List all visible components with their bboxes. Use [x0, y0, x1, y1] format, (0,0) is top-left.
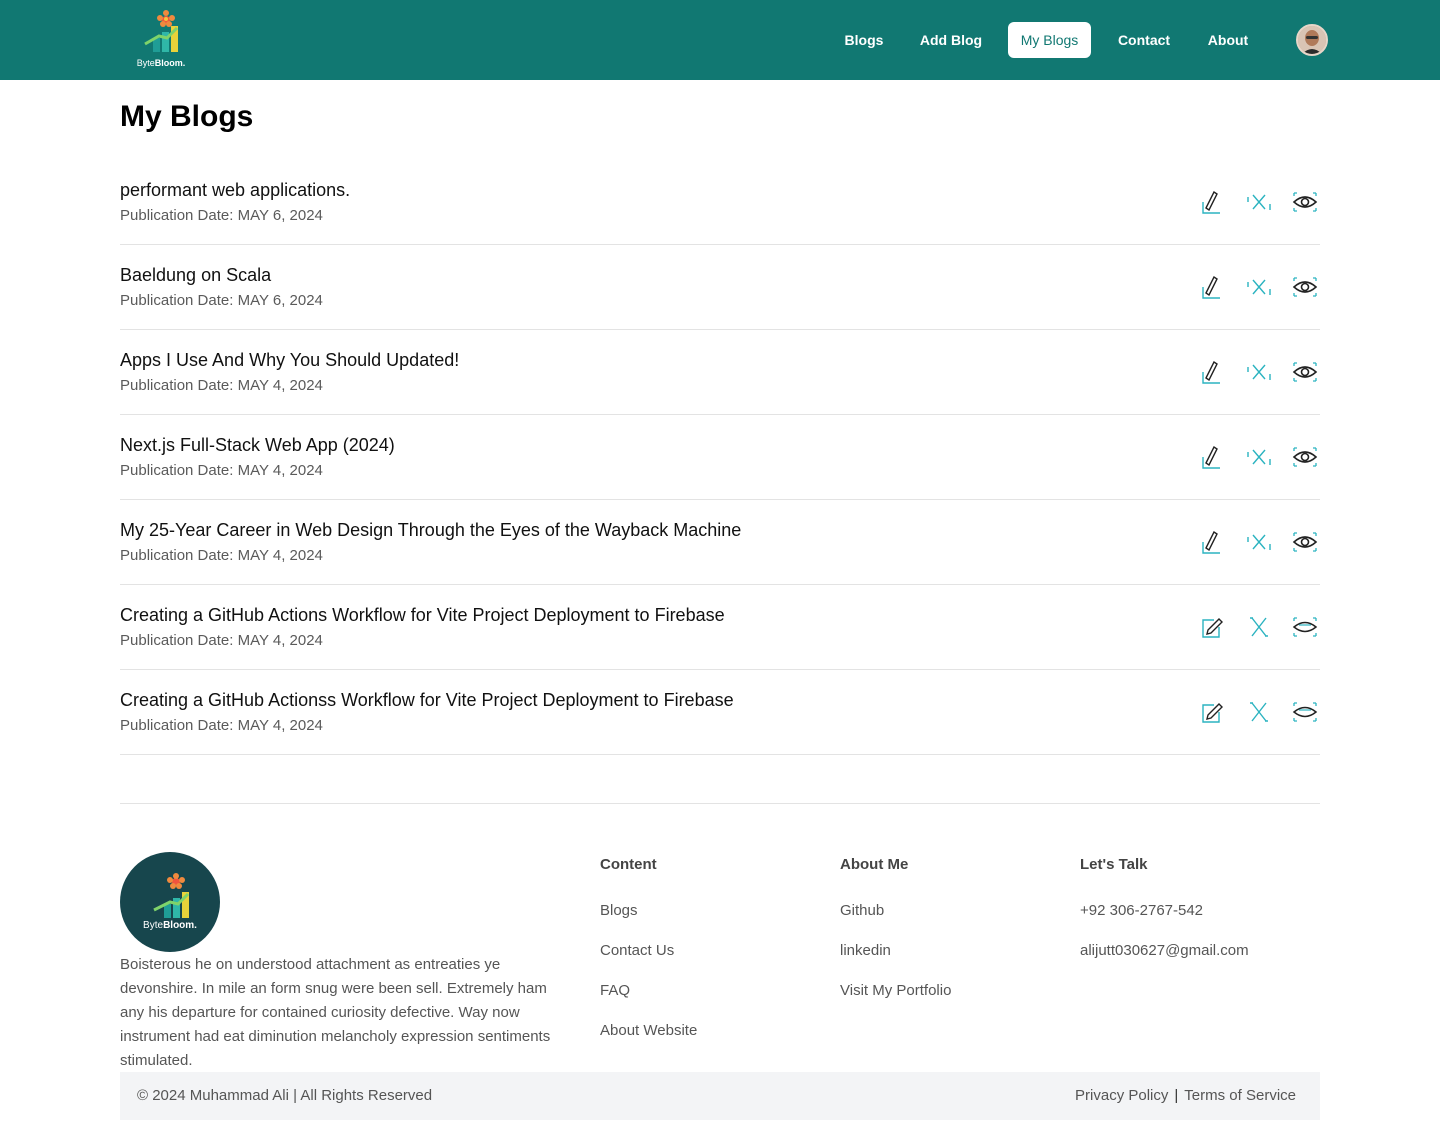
blog-row: Apps I Use And Why You Should Updated! P…	[120, 330, 1320, 415]
blog-row: Creating a GitHub Actionss Workflow for …	[120, 670, 1320, 755]
blog-title: performant web applications.	[120, 180, 351, 200]
blog-actions	[1190, 443, 1320, 471]
blog-title: Creating a GitHub Actions Workflow for V…	[120, 605, 725, 625]
footer-col-title: Let's Talk	[1080, 856, 1148, 873]
footer-col-content: Content Blogs Contact Us FAQ About Websi…	[600, 856, 697, 1039]
blog-date: Publication Date: MAY 4, 2024	[120, 462, 323, 479]
pencil-edit-icon[interactable]	[1198, 273, 1226, 301]
user-avatar[interactable]	[1296, 24, 1328, 56]
pencil-edit-icon[interactable]	[1198, 528, 1226, 556]
copyright-text: © 2024 Muhammad Ali | All Rights Reserve…	[137, 1087, 433, 1104]
footer-divider	[120, 803, 1320, 804]
x-delete-icon[interactable]	[1245, 273, 1273, 301]
brand-name: ByteBloom.	[136, 58, 186, 68]
blog-actions	[1190, 698, 1320, 726]
blog-actions	[1190, 188, 1320, 216]
nav-contact[interactable]: Contact	[1108, 22, 1180, 58]
x-delete-icon[interactable]	[1245, 698, 1273, 726]
footer-col-lets-talk: Let's Talk +92 306-2767-542 alijutt03062…	[1080, 856, 1249, 959]
blog-row: performant web applications. Publication…	[120, 160, 1320, 245]
x-delete-icon[interactable]	[1245, 443, 1273, 471]
bloom-logo-icon	[144, 10, 179, 52]
blog-actions	[1190, 358, 1320, 386]
blog-date: Publication Date: MAY 4, 2024	[120, 717, 323, 734]
x-delete-icon[interactable]	[1245, 358, 1273, 386]
blog-title: Next.js Full-Stack Web App (2024)	[120, 435, 395, 455]
blog-actions	[1190, 273, 1320, 301]
avatar-portrait-icon	[1298, 26, 1326, 54]
blog-actions	[1190, 613, 1320, 641]
my-blogs-list: performant web applications. Publication…	[120, 160, 1320, 755]
footer-link-linkedin[interactable]: linkedin	[840, 942, 891, 959]
eye-view-icon[interactable]	[1291, 698, 1319, 726]
privacy-policy-link[interactable]: Privacy Policy	[1075, 1087, 1168, 1104]
footer-col-title: Content	[600, 856, 657, 873]
blog-row: Next.js Full-Stack Web App (2024) Public…	[120, 415, 1320, 500]
eye-view-icon[interactable]	[1291, 528, 1319, 556]
blog-title: Creating a GitHub Actionss Workflow for …	[120, 690, 734, 710]
blog-date: Publication Date: MAY 6, 2024	[120, 292, 323, 309]
pencil-edit-icon[interactable]	[1198, 358, 1226, 386]
blog-date: Publication Date: MAY 6, 2024	[120, 207, 323, 224]
blog-title: Baeldung on Scala	[120, 265, 272, 285]
eye-view-icon[interactable]	[1291, 358, 1319, 386]
bloom-logo-icon	[153, 873, 190, 918]
blog-row: Baeldung on Scala Publication Date: MAY …	[120, 245, 1320, 330]
footer-email[interactable]: alijutt030627@gmail.com	[1080, 942, 1249, 959]
footer-bottom-bar: © 2024 Muhammad Ali | All Rights Reserve…	[120, 1072, 1320, 1120]
legal-links: Privacy Policy | Terms of Service	[1075, 1087, 1296, 1104]
footer-col-title: About Me	[840, 856, 909, 873]
pencil-edit-icon[interactable]	[1198, 188, 1226, 216]
footer-link-about-website[interactable]: About Website	[600, 1022, 697, 1039]
footer-link-blogs[interactable]: Blogs	[600, 902, 638, 919]
page-title: My Blogs	[120, 100, 254, 133]
nav-add-blog[interactable]: Add Blog	[912, 22, 990, 58]
blog-date: Publication Date: MAY 4, 2024	[120, 632, 323, 649]
blog-title: My 25-Year Career in Web Design Through …	[120, 520, 742, 540]
footer-description: Boisterous he on understood attachment a…	[120, 956, 551, 1069]
footer-link-portfolio[interactable]: Visit My Portfolio	[840, 982, 951, 999]
footer-col-about-me: About Me Github linkedin Visit My Portfo…	[840, 856, 951, 999]
pencil-edit-icon[interactable]	[1198, 443, 1226, 471]
terms-of-service-link[interactable]: Terms of Service	[1184, 1087, 1296, 1104]
blog-date: Publication Date: MAY 4, 2024	[120, 547, 323, 564]
eye-view-icon[interactable]	[1291, 188, 1319, 216]
top-navbar: ByteBloom. Blogs Add Blog My Blogs Conta…	[0, 0, 1440, 80]
blog-row: Creating a GitHub Actions Workflow for V…	[120, 585, 1320, 670]
footer-link-faq[interactable]: FAQ	[600, 982, 630, 999]
blog-row: My 25-Year Career in Web Design Through …	[120, 500, 1320, 585]
eye-view-icon[interactable]	[1291, 613, 1319, 641]
legal-separator: |	[1174, 1087, 1179, 1104]
x-delete-icon[interactable]	[1245, 528, 1273, 556]
footer-phone[interactable]: +92 306-2767-542	[1080, 902, 1203, 919]
pencil-edit-icon[interactable]	[1198, 613, 1226, 641]
blog-actions	[1190, 528, 1320, 556]
footer-brand-name: ByteBloom.	[143, 920, 197, 931]
brand-logo[interactable]: ByteBloom.	[133, 8, 189, 72]
eye-view-icon[interactable]	[1291, 273, 1319, 301]
blog-date: Publication Date: MAY 4, 2024	[120, 377, 323, 394]
footer-link-github[interactable]: Github	[840, 902, 884, 919]
blog-title: Apps I Use And Why You Should Updated!	[120, 350, 460, 370]
footer-logo[interactable]: ByteBloom.	[120, 852, 220, 952]
nav-my-blogs[interactable]: My Blogs	[1008, 22, 1091, 58]
x-delete-icon[interactable]	[1245, 188, 1273, 216]
nav-about[interactable]: About	[1198, 22, 1258, 58]
eye-view-icon[interactable]	[1291, 443, 1319, 471]
nav-blogs[interactable]: Blogs	[834, 22, 894, 58]
pencil-edit-icon[interactable]	[1198, 698, 1226, 726]
footer-link-contact-us[interactable]: Contact Us	[600, 942, 674, 959]
x-delete-icon[interactable]	[1245, 613, 1273, 641]
